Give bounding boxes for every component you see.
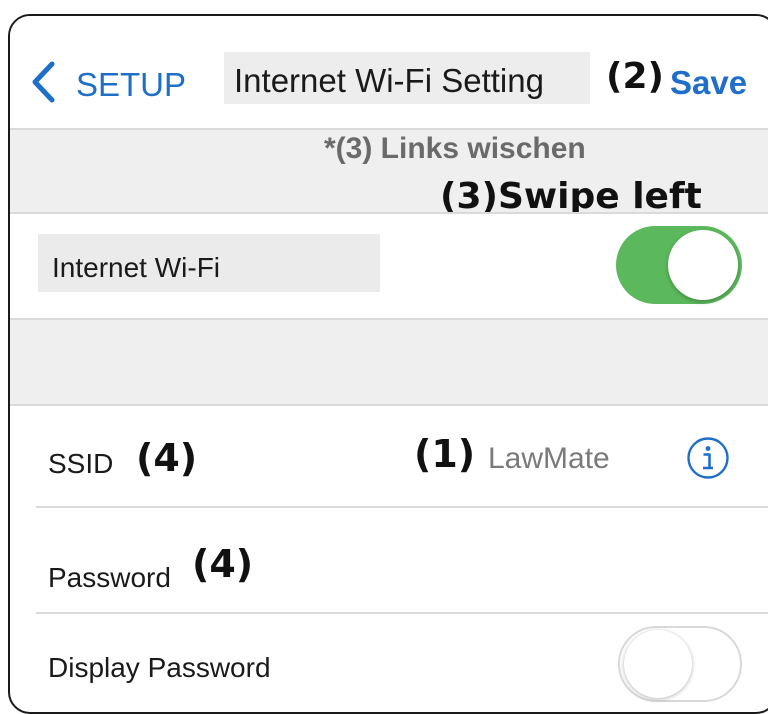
password-label: Password — [48, 562, 171, 593]
phone-screen: SETUP Internet Wi-Fi Setting (2) Save *(… — [8, 14, 768, 714]
annotation-4-ssid: (4) — [136, 436, 198, 480]
password-row[interactable] — [10, 508, 768, 612]
back-button[interactable]: SETUP — [24, 52, 204, 112]
info-icon[interactable] — [686, 436, 730, 480]
display-password-label: Display Password — [48, 652, 271, 683]
toggle-knob — [668, 230, 738, 300]
save-button[interactable]: Save — [670, 64, 747, 102]
toggle-knob — [624, 630, 692, 698]
annotation-2: (2) — [606, 56, 664, 97]
annotation-4-password: (4) — [192, 542, 254, 586]
annotation-3-swipe-left: (3)Swipe left — [440, 176, 702, 217]
internet-wifi-toggle[interactable] — [616, 226, 742, 304]
chevron-left-icon — [32, 61, 55, 103]
ssid-label: SSID — [48, 448, 114, 479]
ssid-row[interactable] — [10, 406, 768, 506]
internet-wifi-label: Internet Wi-Fi — [52, 252, 221, 283]
annotation-1: (1) — [414, 432, 476, 476]
page-title: Internet Wi-Fi Setting — [234, 62, 544, 99]
section-spacer — [10, 320, 768, 404]
back-label: SETUP — [76, 66, 187, 103]
swipe-hint-german: *(3) Links wischen — [324, 132, 586, 165]
ssid-value: LawMate — [488, 442, 610, 475]
divider — [36, 612, 768, 614]
